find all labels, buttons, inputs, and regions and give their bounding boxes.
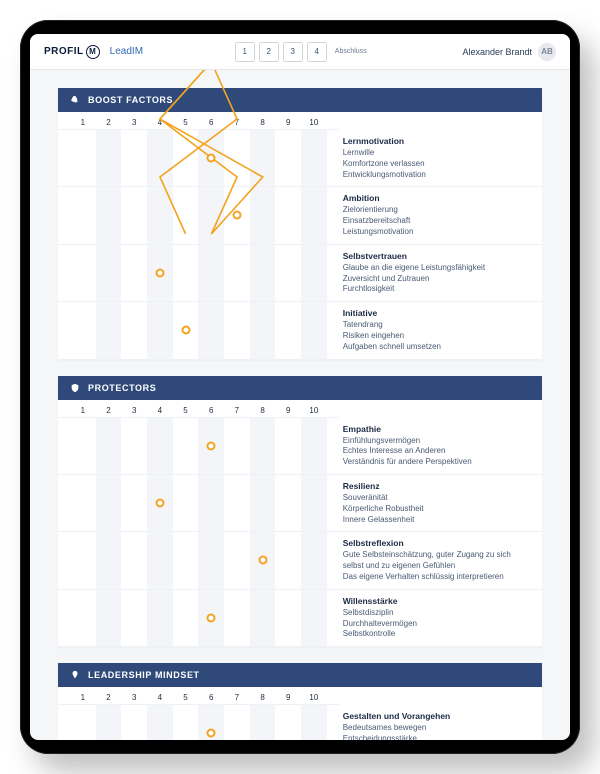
user-block[interactable]: Alexander Brandt AB bbox=[462, 43, 556, 61]
rows: LernmotivationLernwilleKomfortzone verla… bbox=[58, 130, 542, 360]
axis-tick: 5 bbox=[173, 406, 199, 415]
app-bar: PROFIL M LeadIM 1 2 3 4 Abschluss Alexan… bbox=[30, 34, 570, 70]
axis-tick: 4 bbox=[147, 693, 173, 702]
section-header: LEADERSHIP MINDSET bbox=[58, 663, 542, 687]
axis-tick: 9 bbox=[275, 406, 301, 415]
axis-tick: 3 bbox=[121, 118, 147, 127]
axis-tick: 9 bbox=[275, 118, 301, 127]
section-panel: BOOST FACTORS12345678910LernmotivationLe… bbox=[58, 88, 542, 360]
axis-tick: 7 bbox=[224, 406, 250, 415]
section-title: PROTECTORS bbox=[88, 383, 156, 393]
axis-tick: 3 bbox=[121, 693, 147, 702]
step-1[interactable]: 1 bbox=[235, 42, 255, 62]
axis-tick: 6 bbox=[198, 693, 224, 702]
step-3[interactable]: 3 bbox=[283, 42, 303, 62]
data-point bbox=[155, 268, 164, 277]
screen: PROFIL M LeadIM 1 2 3 4 Abschluss Alexan… bbox=[30, 34, 570, 740]
data-point bbox=[207, 441, 216, 450]
data-point bbox=[207, 154, 216, 163]
axis-tick: 6 bbox=[198, 406, 224, 415]
axis-tick: 7 bbox=[224, 693, 250, 702]
brand-text: PROFIL bbox=[44, 46, 84, 57]
axis-tick: 10 bbox=[301, 693, 327, 702]
rocket-icon bbox=[70, 95, 80, 105]
rows: Gestalten und VorangehenBedeutsames bewe… bbox=[58, 705, 542, 740]
breadcrumb[interactable]: LeadIM bbox=[110, 46, 143, 57]
section-header: BOOST FACTORS bbox=[58, 88, 542, 112]
axis-tick: 1 bbox=[70, 693, 96, 702]
axis-tick: 5 bbox=[173, 693, 199, 702]
scale-axis: 12345678910 bbox=[58, 112, 339, 130]
scale-axis: 12345678910 bbox=[58, 400, 339, 418]
step-final-label: Abschluss bbox=[331, 48, 371, 55]
section-title: LEADERSHIP MINDSET bbox=[88, 670, 200, 680]
report-body: BOOST FACTORS12345678910LernmotivationLe… bbox=[30, 70, 570, 740]
progress-steps: 1 2 3 4 Abschluss bbox=[235, 42, 371, 62]
axis-tick: 6 bbox=[198, 118, 224, 127]
data-point bbox=[233, 211, 242, 220]
data-point bbox=[207, 613, 216, 622]
data-point bbox=[181, 326, 190, 335]
axis-tick: 10 bbox=[301, 118, 327, 127]
section-panel: PROTECTORS12345678910EmpathieEinfühlungs… bbox=[58, 376, 542, 648]
rows: EmpathieEinfühlungsvermögenEchtes Intere… bbox=[58, 418, 542, 648]
axis-tick: 2 bbox=[96, 118, 122, 127]
brand-m-icon: M bbox=[86, 45, 100, 59]
step-4[interactable]: 4 bbox=[307, 42, 327, 62]
scale-axis: 12345678910 bbox=[58, 687, 339, 705]
axis-tick: 1 bbox=[70, 118, 96, 127]
axis-tick: 8 bbox=[250, 118, 276, 127]
axis-tick: 3 bbox=[121, 406, 147, 415]
step-2[interactable]: 2 bbox=[259, 42, 279, 62]
user-name: Alexander Brandt bbox=[462, 47, 532, 57]
axis-tick: 2 bbox=[96, 406, 122, 415]
connector-line bbox=[58, 418, 542, 648]
avatar: AB bbox=[538, 43, 556, 61]
data-point bbox=[258, 556, 267, 565]
data-point bbox=[155, 498, 164, 507]
connector-line bbox=[58, 705, 542, 740]
axis-tick: 9 bbox=[275, 693, 301, 702]
axis-tick: 5 bbox=[173, 118, 199, 127]
section-panel: LEADERSHIP MINDSET12345678910Gestalten u… bbox=[58, 663, 542, 740]
axis-tick: 8 bbox=[250, 406, 276, 415]
tablet-frame: PROFIL M LeadIM 1 2 3 4 Abschluss Alexan… bbox=[20, 20, 580, 754]
axis-tick: 8 bbox=[250, 693, 276, 702]
axis-tick: 2 bbox=[96, 693, 122, 702]
axis-tick: 4 bbox=[147, 406, 173, 415]
data-point bbox=[207, 729, 216, 738]
shield-icon bbox=[70, 383, 80, 393]
connector-line bbox=[58, 130, 542, 360]
pin-icon bbox=[70, 670, 80, 680]
brand-logo: PROFIL M bbox=[44, 45, 100, 59]
section-title: BOOST FACTORS bbox=[88, 95, 173, 105]
section-header: PROTECTORS bbox=[58, 376, 542, 400]
axis-tick: 1 bbox=[70, 406, 96, 415]
axis-tick: 10 bbox=[301, 406, 327, 415]
